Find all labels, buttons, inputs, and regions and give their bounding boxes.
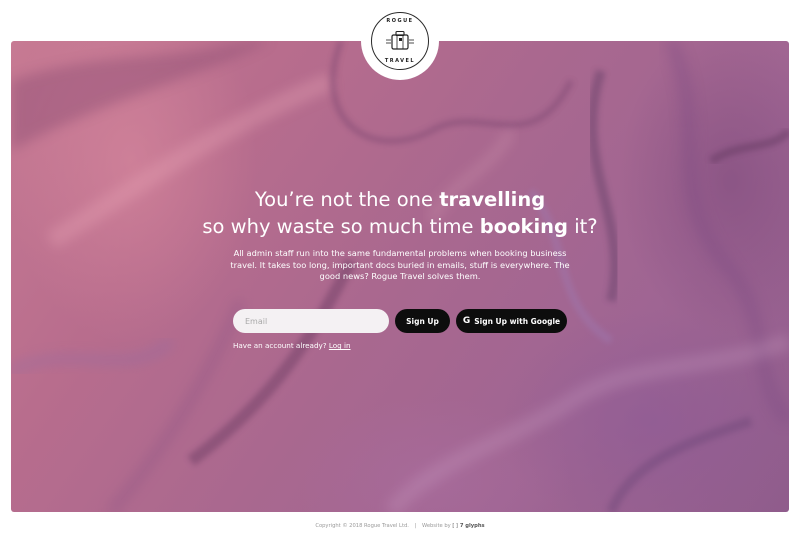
logo-bottom-text: TRAVEL: [384, 58, 416, 64]
logo-badge: ROGUE TRAVEL: [371, 12, 429, 70]
footer-copyright: Copyright © 2018 Rogue Travel Ltd.: [315, 523, 409, 529]
logo-top-text: ROGUE: [386, 18, 414, 24]
signup-button[interactable]: Sign Up: [395, 309, 450, 333]
footer-agency-link[interactable]: 7 glyphs: [460, 523, 485, 529]
email-input[interactable]: [233, 309, 389, 333]
signup-google-button[interactable]: G Sign Up with Google: [456, 309, 567, 333]
rogue-travel-logo[interactable]: ROGUE TRAVEL: [361, 2, 439, 80]
headline-line1-bold: travelling: [439, 188, 546, 211]
footer: Copyright © 2018 Rogue Travel Ltd. | Web…: [0, 523, 800, 529]
headline-line2-bold: booking: [479, 215, 569, 238]
login-prompt-text: Have an account already?: [233, 341, 329, 350]
login-prompt: Have an account already? Log in: [233, 341, 351, 350]
google-icon: G: [462, 315, 471, 326]
signup-google-label: Sign Up with Google: [474, 316, 561, 326]
signup-button-label: Sign Up: [406, 316, 439, 326]
footer-website-by: Website by: [422, 523, 451, 529]
footer-separator: |: [414, 523, 417, 529]
landing-page: ROGUE TRAVEL You’re not the one travelli…: [0, 0, 800, 544]
hero-subtext: All admin staff run into the same fundam…: [230, 248, 570, 282]
glyphs-logo-icon: [ ]: [452, 523, 458, 529]
headline-line2-prefix: so why waste so much time: [202, 215, 480, 238]
headline-line2-suffix: it?: [568, 215, 598, 238]
login-link[interactable]: Log in: [329, 341, 351, 350]
hero-headline: You’re not the one travelling so why was…: [0, 186, 800, 240]
headline-line1-prefix: You’re not the one: [254, 188, 440, 211]
signup-form: Sign Up G Sign Up with Google: [233, 309, 567, 333]
suitcase-icon: [386, 30, 414, 50]
